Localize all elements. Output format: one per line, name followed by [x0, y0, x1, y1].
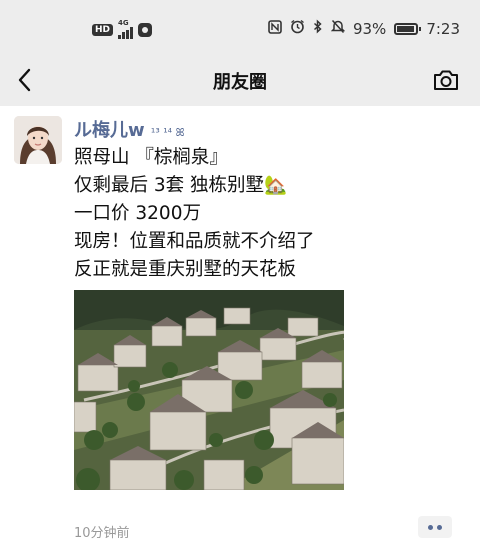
notification-app-icon [138, 22, 153, 37]
status-left: HD 4G [92, 19, 153, 39]
hd-badge: HD [92, 23, 114, 36]
post-author-decoration: ¹³ ¹⁴ ꕤ [150, 126, 185, 139]
post-text-line: 反正就是重庆别墅的天花板 [74, 259, 297, 280]
mute-icon [330, 19, 346, 38]
bluetooth-icon [313, 19, 323, 38]
dot-icon [437, 524, 442, 530]
post-text: 照母山 『棕榈泉』 仅剩最后 3套 独栋别墅🏡 一口价 3200万 现房！位置和… [74, 144, 454, 284]
post-text-line: 一口价 3200万 [74, 203, 201, 224]
moment-post: ル梅儿w ¹³ ¹⁴ ꕤ 照母山 『棕榈泉』 仅剩最后 3套 独栋别墅🏡 一口价… [0, 106, 480, 549]
nfc-icon [268, 19, 282, 38]
dot-icon [428, 524, 433, 530]
signal-icon [118, 27, 134, 39]
post-text-line: 仅剩最后 3套 独栋别墅🏡 [74, 175, 288, 196]
network-label: 4G [118, 19, 129, 27]
battery-fill [397, 25, 415, 32]
nav-bar: 朋友圈 [0, 58, 480, 104]
status-bar: HD 4G 93% 7:23 [0, 0, 480, 58]
post-author-name[interactable]: ル梅儿w [74, 120, 145, 141]
clock: 7:23 [426, 19, 460, 38]
post-text-line: 现房！位置和品质就不介绍了 [74, 231, 315, 252]
post-image[interactable] [74, 290, 344, 490]
post-text-line: 照母山 『棕榈泉』 [74, 147, 228, 168]
avatar[interactable] [14, 116, 62, 164]
network-indicator: 4G [118, 19, 134, 39]
post-time: 10分钟前 [74, 526, 130, 541]
post-author[interactable]: ル梅儿w ¹³ ¹⁴ ꕤ [74, 116, 185, 142]
page-title: 朋友圈 [213, 72, 267, 93]
more-options-button[interactable] [418, 516, 452, 538]
status-right: 93% 7:23 [268, 19, 460, 38]
battery-icon [394, 22, 422, 35]
battery-percent: 93% [352, 19, 387, 38]
camera-icon[interactable] [432, 68, 460, 92]
alarm-icon [290, 19, 305, 38]
